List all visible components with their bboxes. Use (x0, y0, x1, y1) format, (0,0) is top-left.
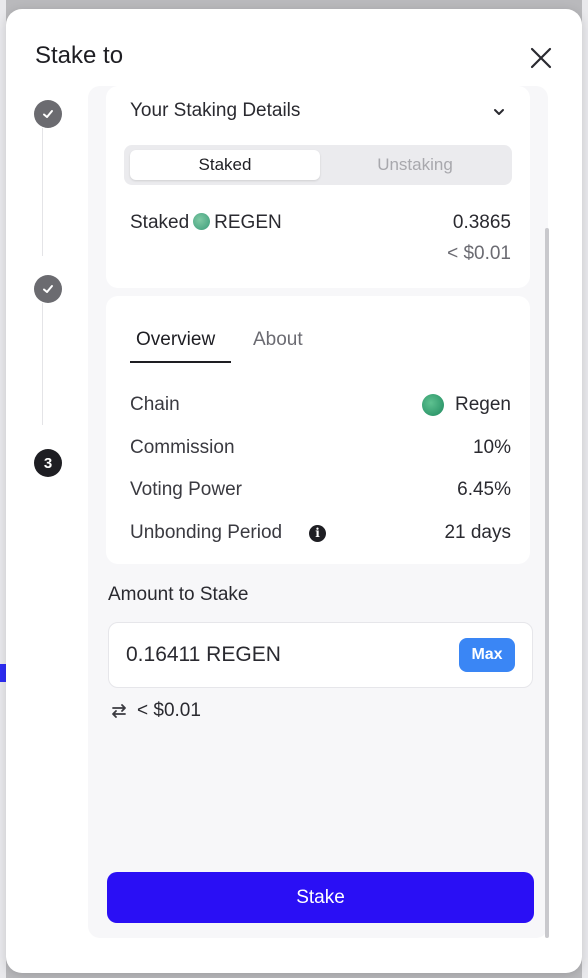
step-3-active: 3 (34, 449, 62, 477)
scrollbar[interactable] (545, 228, 549, 938)
commission-value: 10% (472, 437, 511, 458)
voting-power-label: Voting Power (130, 479, 242, 500)
stake-button[interactable]: Stake (107, 872, 534, 923)
info-icon[interactable]: i (309, 525, 326, 542)
staking-details-title: Your Staking Details (130, 100, 301, 121)
swap-arrows-icon[interactable] (110, 702, 128, 720)
tab-staked[interactable]: Staked (130, 150, 320, 180)
chevron-down-icon[interactable] (490, 103, 508, 121)
tab-unstaking[interactable]: Unstaking (322, 150, 508, 180)
step-1-complete (34, 100, 62, 128)
staked-usd-value: < $0.01 (447, 243, 511, 264)
staked-token-label: Staked REGEN (130, 212, 282, 234)
tab-overview-underline (130, 361, 231, 363)
modal-title: Stake to (35, 42, 124, 69)
step-2-complete (34, 275, 62, 303)
chain-value: Regen (455, 394, 511, 415)
staked-token-symbol: REGEN (214, 212, 282, 233)
commission-label: Commission (130, 437, 235, 458)
close-button[interactable] (526, 43, 556, 73)
staked-label-prefix: Staked (130, 212, 190, 233)
amount-input[interactable] (126, 641, 426, 669)
staked-amount: 0.3865 (452, 212, 511, 233)
close-icon (530, 47, 552, 69)
unbonding-period-value: 21 days (444, 522, 511, 543)
check-icon (43, 110, 53, 118)
amount-usd-equivalent: < $0.01 (137, 700, 201, 721)
stepper-line-2 (42, 303, 43, 425)
voting-power-value: 6.45% (457, 479, 511, 500)
tab-overview[interactable]: Overview (136, 329, 215, 351)
unbonding-period-label: Unbonding Period (130, 522, 283, 543)
stepper-line-1 (42, 128, 43, 256)
amount-heading: Amount to Stake (108, 584, 249, 605)
max-button[interactable]: Max (459, 638, 515, 672)
background-page-right (582, 0, 588, 978)
regen-token-icon (193, 213, 211, 230)
check-icon (43, 285, 53, 293)
tab-about[interactable]: About (253, 329, 303, 351)
chain-label: Chain (130, 394, 180, 415)
